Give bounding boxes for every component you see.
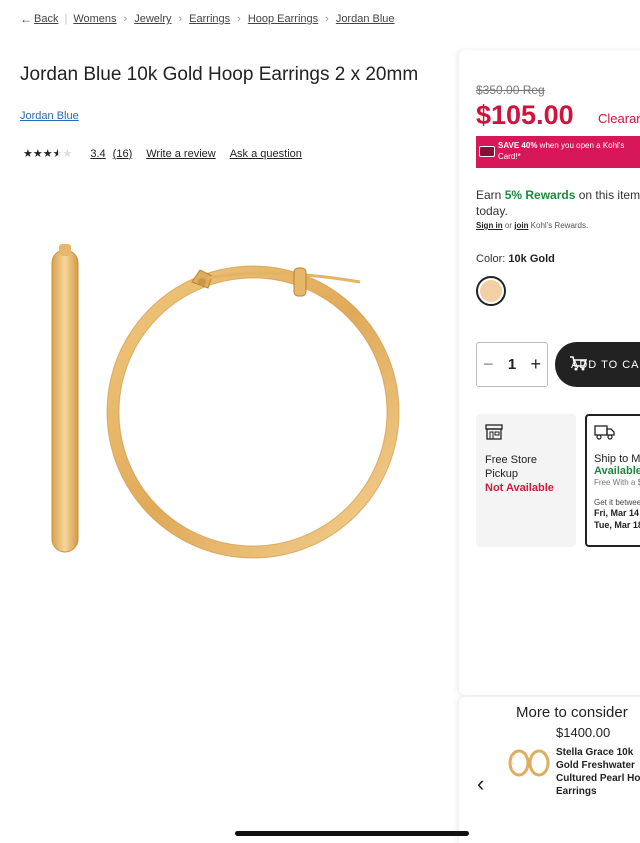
star-icon: ★ [23, 148, 33, 160]
ship-title: Ship to Me [594, 453, 640, 465]
write-review-link[interactable]: Write a review [146, 148, 215, 160]
color-swatch-10k-gold[interactable] [476, 276, 506, 306]
join-link[interactable]: join [514, 221, 528, 230]
star-half-icon: ★ [52, 148, 63, 160]
rewards-message: Earn 5% Rewards on this item today. [476, 187, 640, 219]
product-image[interactable] [40, 240, 420, 570]
sign-in-link[interactable]: Sign in [476, 221, 503, 230]
card-promo-banner[interactable]: SAVE 40% when you open a Kohl's Card!* [476, 136, 640, 168]
promo-bold: SAVE 40% [498, 141, 538, 150]
rating-score[interactable]: 3.4 [90, 148, 105, 160]
chevron-right-icon: › [123, 13, 128, 25]
breadcrumb: ← Back | Womens › Jewelry › Earrings › H… [20, 12, 395, 26]
back-arrow-icon[interactable]: ← [20, 12, 32, 26]
sale-price: $105.00 [476, 100, 574, 130]
back-link[interactable]: Back [34, 13, 58, 25]
quantity-value[interactable]: 1 [508, 356, 516, 373]
store-pickup-title: Free Store Pickup [485, 454, 537, 480]
hoop-earrings-image [51, 244, 400, 559]
recommendation-image[interactable] [505, 745, 551, 781]
chevron-right-icon: › [178, 13, 183, 25]
breadcrumb-item-womens[interactable]: Womens [73, 13, 116, 25]
recommendation-name[interactable]: Stella Grace 10k Gold Freshwater Culture… [556, 746, 640, 798]
kohls-card-icon [479, 146, 495, 157]
increase-quantity-button[interactable]: + [530, 354, 541, 375]
rewards-prefix: Earn [476, 188, 505, 202]
breadcrumb-item-hoop-earrings[interactable]: Hoop Earrings [248, 13, 318, 25]
home-indicator [235, 831, 469, 836]
regular-price: $350.00 Reg [476, 83, 545, 97]
rewards-rate: 5% Rewards [504, 188, 576, 202]
product-title: Jordan Blue 10k Gold Hoop Earrings 2 x 2… [20, 64, 419, 85]
rewards-program: Kohl's Rewards. [528, 221, 589, 230]
star-icon: ★ [42, 148, 53, 160]
product-page: ← Back | Womens › Jewelry › Earrings › H… [0, 0, 640, 843]
selected-color: 10k Gold [508, 253, 555, 265]
store-pickup-option[interactable]: Free Store Pickup Not Available [476, 414, 576, 547]
breadcrumb-item-brand[interactable]: Jordan Blue [336, 13, 395, 25]
add-to-cart-button[interactable]: ADD TO CART [555, 342, 640, 387]
or-text: or [502, 221, 515, 230]
store-pickup-status: Not Available [485, 482, 554, 494]
chevron-right-icon: › [325, 13, 329, 25]
chevron-right-icon: › [237, 13, 241, 25]
cart-icon [570, 356, 587, 371]
ship-note: Free With a $49 Total Purchase [594, 478, 640, 487]
star-rating[interactable]: ★ ★ ★ ★ ★ [23, 147, 72, 160]
truck-icon [594, 425, 615, 440]
ship-get-it: Get it between [594, 498, 640, 507]
star-empty-icon: ★ [62, 148, 73, 160]
ship-to-me-option[interactable]: Ship to Me Available Free With a $49 Tot… [585, 414, 640, 547]
decrease-quantity-button[interactable]: − [483, 354, 494, 375]
ship-dates: Fri, Mar 14 - Tue, Mar 18 [594, 508, 640, 530]
recommendation-price: $1400.00 [556, 725, 611, 740]
recommendations-title: More to consider [516, 704, 628, 721]
color-label: Color: 10k Gold [476, 253, 555, 265]
color-label-text: Color: [476, 253, 506, 265]
quantity-stepper: − 1 + [476, 342, 548, 387]
ship-status: Available [594, 465, 640, 477]
ask-question-link[interactable]: Ask a question [230, 148, 302, 160]
review-count[interactable]: (16) [113, 148, 133, 160]
rewards-signin: Sign in or join Kohl's Rewards. [476, 221, 588, 230]
breadcrumb-item-earrings[interactable]: Earrings [189, 13, 230, 25]
brand-link[interactable]: Jordan Blue [20, 110, 79, 122]
purchase-panel: $350.00 Reg $105.00 Clearance SAVE 40% w… [459, 50, 640, 695]
store-icon [485, 424, 503, 440]
clearance-label: Clearance [598, 111, 640, 126]
breadcrumb-divider: | [64, 13, 68, 25]
recommendations-panel: More to consider $1400.00 ‹ Stella Grace… [459, 697, 640, 843]
rating-row: ★ ★ ★ ★ ★ 3.4 (16) Write a review Ask a … [23, 147, 302, 161]
breadcrumb-item-jewelry[interactable]: Jewelry [134, 13, 171, 25]
star-icon: ★ [32, 148, 43, 160]
chevron-left-icon[interactable]: ‹ [477, 771, 484, 797]
